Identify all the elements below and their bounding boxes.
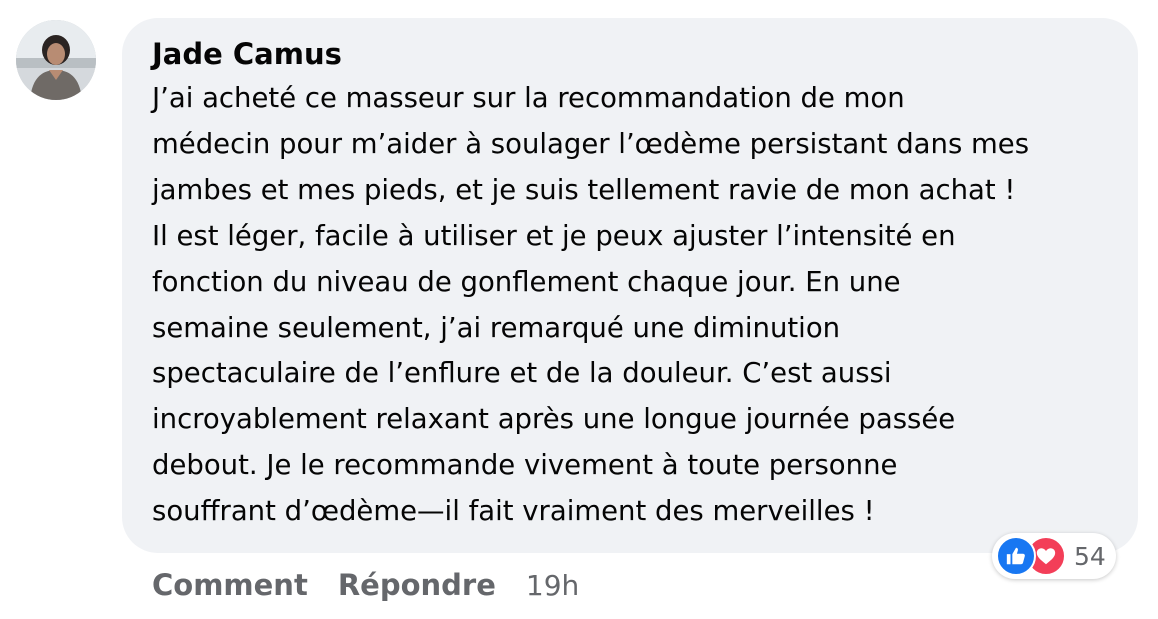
comment-text-line: jambes et mes pieds, et je suis tellemen…	[152, 173, 1016, 206]
comment-text-line: debout. Je le recommande vivement à tout…	[152, 449, 898, 482]
comment-text: J’ai acheté ce masseur sur la recommanda…	[152, 76, 1114, 535]
comment-container: Jade Camus J’ai acheté ce masseur sur la…	[0, 0, 1158, 619]
comment-text-line: fonction du niveau de gonflement chaque …	[152, 265, 901, 298]
author-name[interactable]: Jade Camus	[152, 34, 1114, 74]
comment-text-line: médecin pour m’aider à soulager l’œdème …	[152, 127, 1030, 160]
reaction-count: 54	[1074, 541, 1106, 571]
comment-text-line: spectaculaire de l’enflure et de la doul…	[152, 357, 892, 390]
comment-actions: Comment Répondre 19h	[152, 563, 579, 607]
comment-text-line: semaine seulement, j’ai remarqué une dim…	[152, 311, 841, 344]
avatar[interactable]	[16, 20, 96, 100]
comment-text-line: souffrant d’œdème—il fait vraiment des m…	[152, 495, 875, 528]
comment-bubble: Jade Camus J’ai acheté ce masseur sur la…	[122, 18, 1138, 553]
timestamp[interactable]: 19h	[526, 569, 579, 602]
avatar-photo	[16, 20, 96, 100]
reply-button[interactable]: Répondre	[338, 568, 496, 602]
comment-text-line: Il est léger, facile à utiliser et je pe…	[152, 219, 956, 252]
comment-button[interactable]: Comment	[152, 568, 308, 602]
like-icon	[996, 536, 1036, 576]
comment-text-line: incroyablement relaxant après une longue…	[152, 403, 956, 436]
comment-text-line: J’ai acheté ce masseur sur la recommanda…	[152, 82, 905, 114]
reactions-summary[interactable]: 54	[992, 533, 1116, 579]
